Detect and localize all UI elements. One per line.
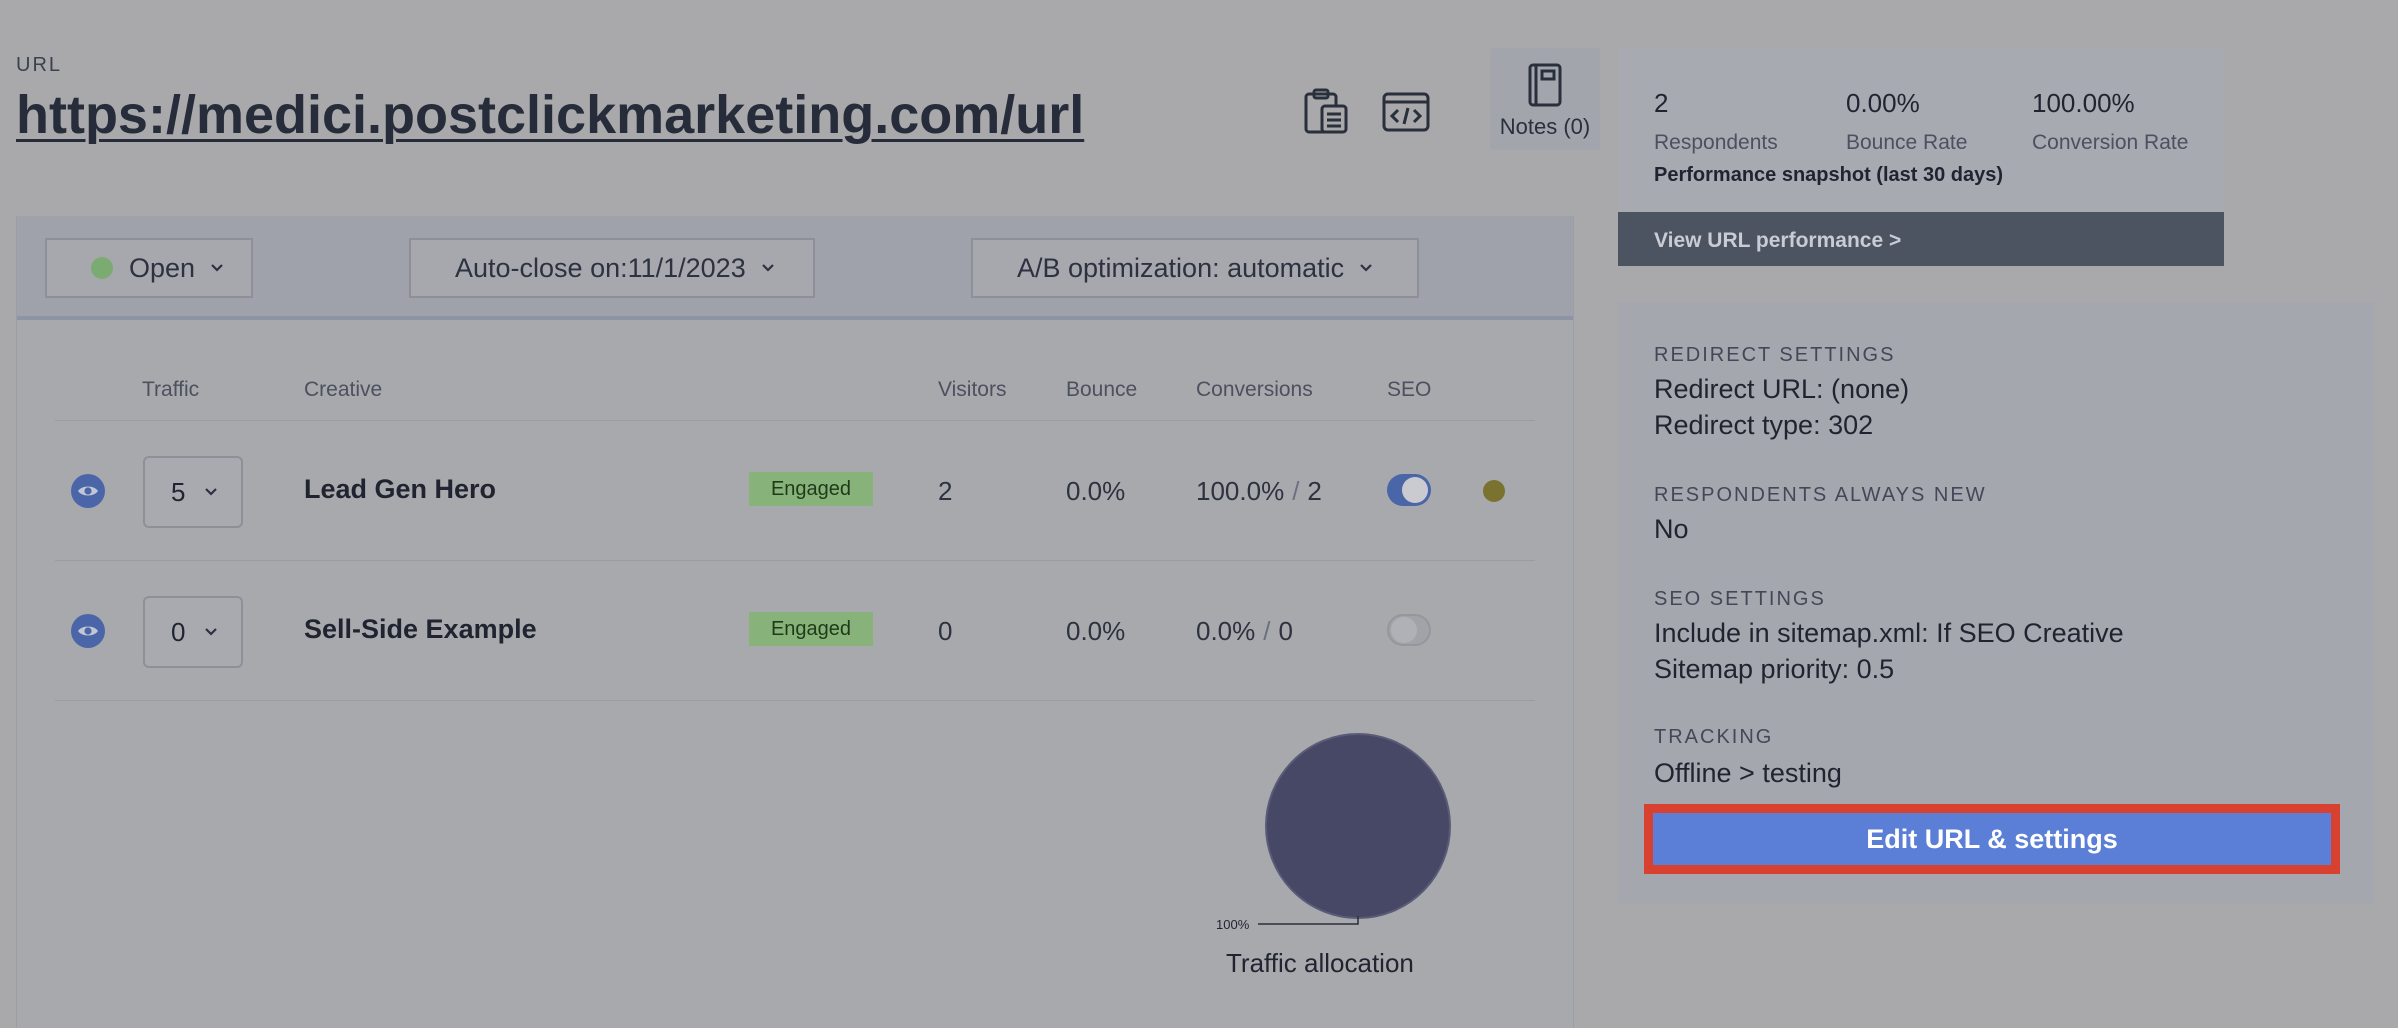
- tracking-heading: TRACKING: [1654, 726, 1774, 748]
- redirect-settings-heading: REDIRECT SETTINGS: [1654, 344, 1896, 366]
- traffic-weight-select[interactable]: 5: [143, 456, 243, 528]
- open-status-dot: [91, 257, 113, 279]
- column-header-seo: SEO: [1387, 378, 1432, 401]
- conversion-rate-value: 0.0%: [1196, 616, 1256, 646]
- conversion-rate-stat: 100.00% Conversion Rate: [2032, 88, 2188, 155]
- creative-name-link[interactable]: Sell-Side Example: [304, 614, 537, 645]
- sitemap-include-text: Include in sitemap.xml: If SEO Creative: [1654, 618, 2124, 648]
- column-header-traffic: Traffic: [142, 378, 200, 401]
- pie-slice-label: 100%: [1216, 917, 1250, 932]
- chevron-down-icon: [205, 488, 218, 496]
- sitemap-priority-text: Sitemap priority: 0.5: [1654, 654, 1895, 684]
- auto-close-label: Auto-close on:11/1/2023: [455, 252, 746, 283]
- column-header-conversions: Conversions: [1196, 378, 1313, 401]
- filter-bar: Open Auto-close on:11/1/2023 A/B optimiz…: [17, 216, 1573, 320]
- notes-button[interactable]: Notes (0): [1490, 48, 1600, 150]
- conversion-rate-label: Conversion Rate: [2032, 131, 2189, 154]
- respondents-always-new-value: No: [1654, 514, 1689, 544]
- performance-card: 2 Respondents 0.00% Bounce Rate 100.00% …: [1618, 48, 2224, 266]
- conversion-rate-value: 100.0%: [1196, 476, 1285, 506]
- column-header-visitors: Visitors: [938, 378, 1007, 401]
- clipboard-icon[interactable]: [1300, 86, 1352, 138]
- conversions-cell: 0.0%/0: [1196, 616, 1293, 646]
- row-divider: [55, 560, 1535, 561]
- chevron-down-icon: [211, 264, 223, 272]
- page-url-link[interactable]: https://medici.postclickmarketing.com/ur…: [16, 84, 1084, 146]
- status-dropdown[interactable]: Open: [45, 238, 253, 298]
- notes-label: Notes (0): [1499, 114, 1591, 139]
- conversion-count-value: 2: [1307, 476, 1322, 506]
- bounce-rate-stat: 0.00% Bounce Rate: [1846, 88, 1967, 155]
- traffic-weight-value: 5: [171, 476, 186, 507]
- visitors-value: 2: [938, 476, 953, 506]
- respondents-value: 2: [1654, 88, 1669, 118]
- notebook-icon: [1528, 63, 1562, 107]
- ab-optimization-label: A/B optimization: automatic: [1017, 252, 1345, 283]
- embed-code-icon[interactable]: [1380, 86, 1432, 138]
- url-label: URL: [16, 54, 63, 76]
- bounce-value: 0.0%: [1066, 616, 1126, 646]
- url-settings-card: REDIRECT SETTINGS Redirect URL: (none) R…: [1618, 302, 2374, 904]
- ab-optimization-dropdown[interactable]: A/B optimization: automatic: [971, 238, 1419, 298]
- toggle-knob: [1402, 477, 1428, 503]
- seo-toggle[interactable]: [1387, 474, 1431, 506]
- redirect-url-text: Redirect URL: (none): [1654, 374, 1910, 404]
- respondents-always-new-heading: RESPONDENTS ALWAYS NEW: [1654, 484, 1987, 506]
- auto-close-dropdown[interactable]: Auto-close on:11/1/2023: [409, 238, 815, 298]
- visitors-value: 0: [938, 616, 953, 646]
- chevron-down-icon: [1360, 264, 1372, 272]
- row-divider: [55, 700, 1535, 701]
- redirect-type-text: Redirect type: 302: [1654, 410, 1874, 440]
- chevron-down-icon: [761, 264, 774, 272]
- preview-eye-icon[interactable]: [71, 474, 105, 508]
- status-dropdown-label: Open: [129, 252, 196, 283]
- tracking-value: Offline > testing: [1654, 758, 1842, 788]
- respondents-label: Respondents: [1654, 131, 1778, 154]
- engaged-status-badge: Engaged: [749, 472, 873, 506]
- chevron-down-icon: [205, 628, 218, 636]
- edit-url-settings-button[interactable]: Edit URL & settings: [1653, 813, 2331, 865]
- bounce-rate-value: 0.00%: [1846, 88, 1920, 118]
- bounce-rate-label: Bounce Rate: [1846, 131, 1968, 154]
- traffic-allocation-pie-chart: 100%: [1216, 733, 1451, 932]
- toggle-knob: [1391, 617, 1417, 643]
- pie-slice-lead-gen-hero: [1265, 733, 1451, 919]
- seo-toggle[interactable]: [1387, 614, 1431, 646]
- conversion-rate-value: 100.00%: [2032, 88, 2135, 118]
- creative-name-link[interactable]: Lead Gen Hero: [304, 474, 496, 505]
- traffic-weight-select[interactable]: 0: [143, 596, 243, 668]
- seo-settings-heading: SEO SETTINGS: [1654, 588, 1826, 610]
- performance-snapshot-label: Performance snapshot (last 30 days): [1654, 164, 2004, 186]
- view-url-performance-link[interactable]: View URL performance >: [1618, 212, 2224, 266]
- conversion-count-value: 0: [1278, 616, 1293, 646]
- respondents-stat: 2 Respondents: [1654, 88, 1778, 155]
- traffic-allocation-title: Traffic allocation: [1226, 948, 1414, 978]
- edit-url-highlight: Edit URL & settings: [1644, 804, 2340, 874]
- conversions-cell: 100.0%/2: [1196, 476, 1322, 506]
- column-header-creative: Creative: [304, 378, 383, 401]
- row-divider: [55, 420, 1535, 421]
- bounce-value: 0.0%: [1066, 476, 1126, 506]
- preview-eye-icon[interactable]: [71, 614, 105, 648]
- engaged-status-badge: Engaged: [749, 612, 873, 646]
- traffic-weight-value: 0: [171, 616, 186, 647]
- column-header-bounce: Bounce: [1066, 378, 1138, 401]
- seo-creative-indicator: [1483, 480, 1505, 502]
